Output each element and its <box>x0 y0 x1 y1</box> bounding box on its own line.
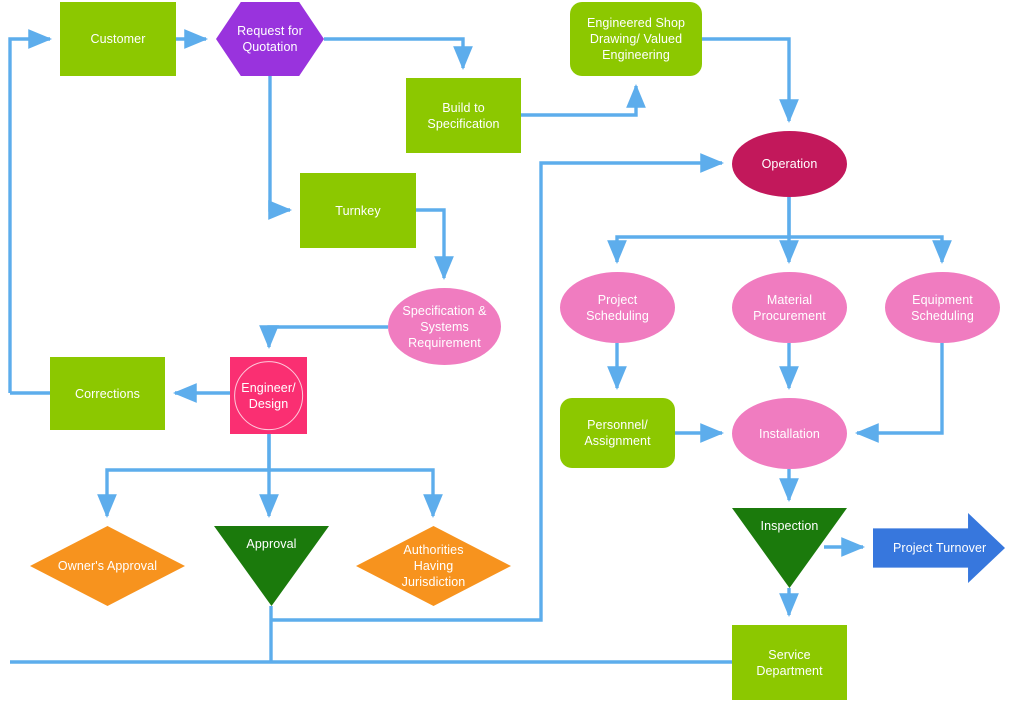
node-specification-systems-requirement[interactable]: Specification & Systems Requirement <box>388 288 501 365</box>
node-label-turnkey: Turnkey <box>335 203 381 218</box>
node-label-project-turnover: Project Turnover <box>893 541 987 555</box>
node-label-engineered-shop-drawing: Engineered Shop Drawing/ Valued Engineer… <box>586 16 686 62</box>
node-label-owners-approval: Owner's Approval <box>57 559 158 573</box>
node-label-engineer-design: Engineer/ Design <box>241 380 296 411</box>
edge-operation-to-project-scheduling <box>607 197 791 265</box>
node-request-for-quotation[interactable]: Request for Quotation <box>216 2 324 76</box>
node-label-project-scheduling: Project Scheduling <box>586 292 649 323</box>
node-label-corrections: Corrections <box>74 386 140 401</box>
edge-operation-to-equipment-scheduling <box>789 235 952 265</box>
node-authorities-having-jurisdiction[interactable]: Authorities Having Jurisdiction <box>356 526 511 606</box>
node-label-approval: Approval <box>246 537 297 551</box>
edge-rfq-to-turnkey <box>268 76 293 220</box>
node-project-scheduling[interactable]: Project Scheduling <box>560 272 675 343</box>
node-label-authorities-having-jurisdiction: Authorities Having Jurisdiction <box>401 543 466 589</box>
edge-turnkey-to-spec <box>416 208 454 281</box>
node-label-inspection: Inspection <box>760 519 819 533</box>
node-customer[interactable]: Customer <box>60 2 176 76</box>
node-approval[interactable]: Approval <box>214 526 329 606</box>
node-installation[interactable]: Installation <box>732 398 847 469</box>
node-engineer-design[interactable]: Engineer/ Design <box>230 357 307 434</box>
edge-es-to-installation <box>854 343 944 443</box>
node-operation[interactable]: Operation <box>732 131 847 197</box>
node-label-service-department: Service Department <box>756 647 823 678</box>
node-label-material-procurement: Material Procurement <box>753 292 826 323</box>
edge-engineer-to-authorities <box>269 468 443 519</box>
edge-spec-to-engineer <box>259 325 388 350</box>
flowchart-canvas: Customer Request for Quotation Engineered … <box>0 0 1012 701</box>
edge-corrections-to-customer <box>8 29 53 393</box>
node-service-department[interactable]: Service Department <box>732 625 847 700</box>
node-label-operation: Operation <box>761 157 818 171</box>
node-corrections[interactable]: Corrections <box>50 357 165 430</box>
node-build-to-specification[interactable]: Build to Specification <box>406 78 521 153</box>
edge-esd-to-operation <box>702 37 799 124</box>
node-label-specification-systems-requirement: Specification & Systems Requirement <box>402 303 487 350</box>
node-label-installation: Installation <box>759 426 820 441</box>
node-inspection[interactable]: Inspection <box>732 508 847 588</box>
edge-engineer-to-owners-approval <box>97 434 271 519</box>
node-equipment-scheduling[interactable]: Equipment Scheduling <box>885 272 1000 343</box>
node-label-build-to-specification: Build to Specification <box>427 100 500 131</box>
edge-build-to-esd <box>521 83 646 117</box>
node-owners-approval[interactable]: Owner's Approval <box>30 526 185 606</box>
node-material-procurement[interactable]: Material Procurement <box>732 272 847 343</box>
node-label-equipment-scheduling: Equipment Scheduling <box>911 292 974 323</box>
node-label-customer: Customer <box>90 32 146 46</box>
edge-rfq-to-build <box>324 37 473 71</box>
node-turnkey[interactable]: Turnkey <box>300 173 416 248</box>
node-project-turnover[interactable]: Project Turnover <box>873 513 1005 583</box>
node-label-personnel-assignment: Personnel/ Assignment <box>584 418 651 448</box>
node-personnel-assignment[interactable]: Personnel/ Assignment <box>560 398 675 468</box>
node-label-request-for-quotation: Request for Quotation <box>237 24 303 54</box>
node-engineered-shop-drawing[interactable]: Engineered Shop Drawing/ Valued Engineer… <box>570 2 702 76</box>
